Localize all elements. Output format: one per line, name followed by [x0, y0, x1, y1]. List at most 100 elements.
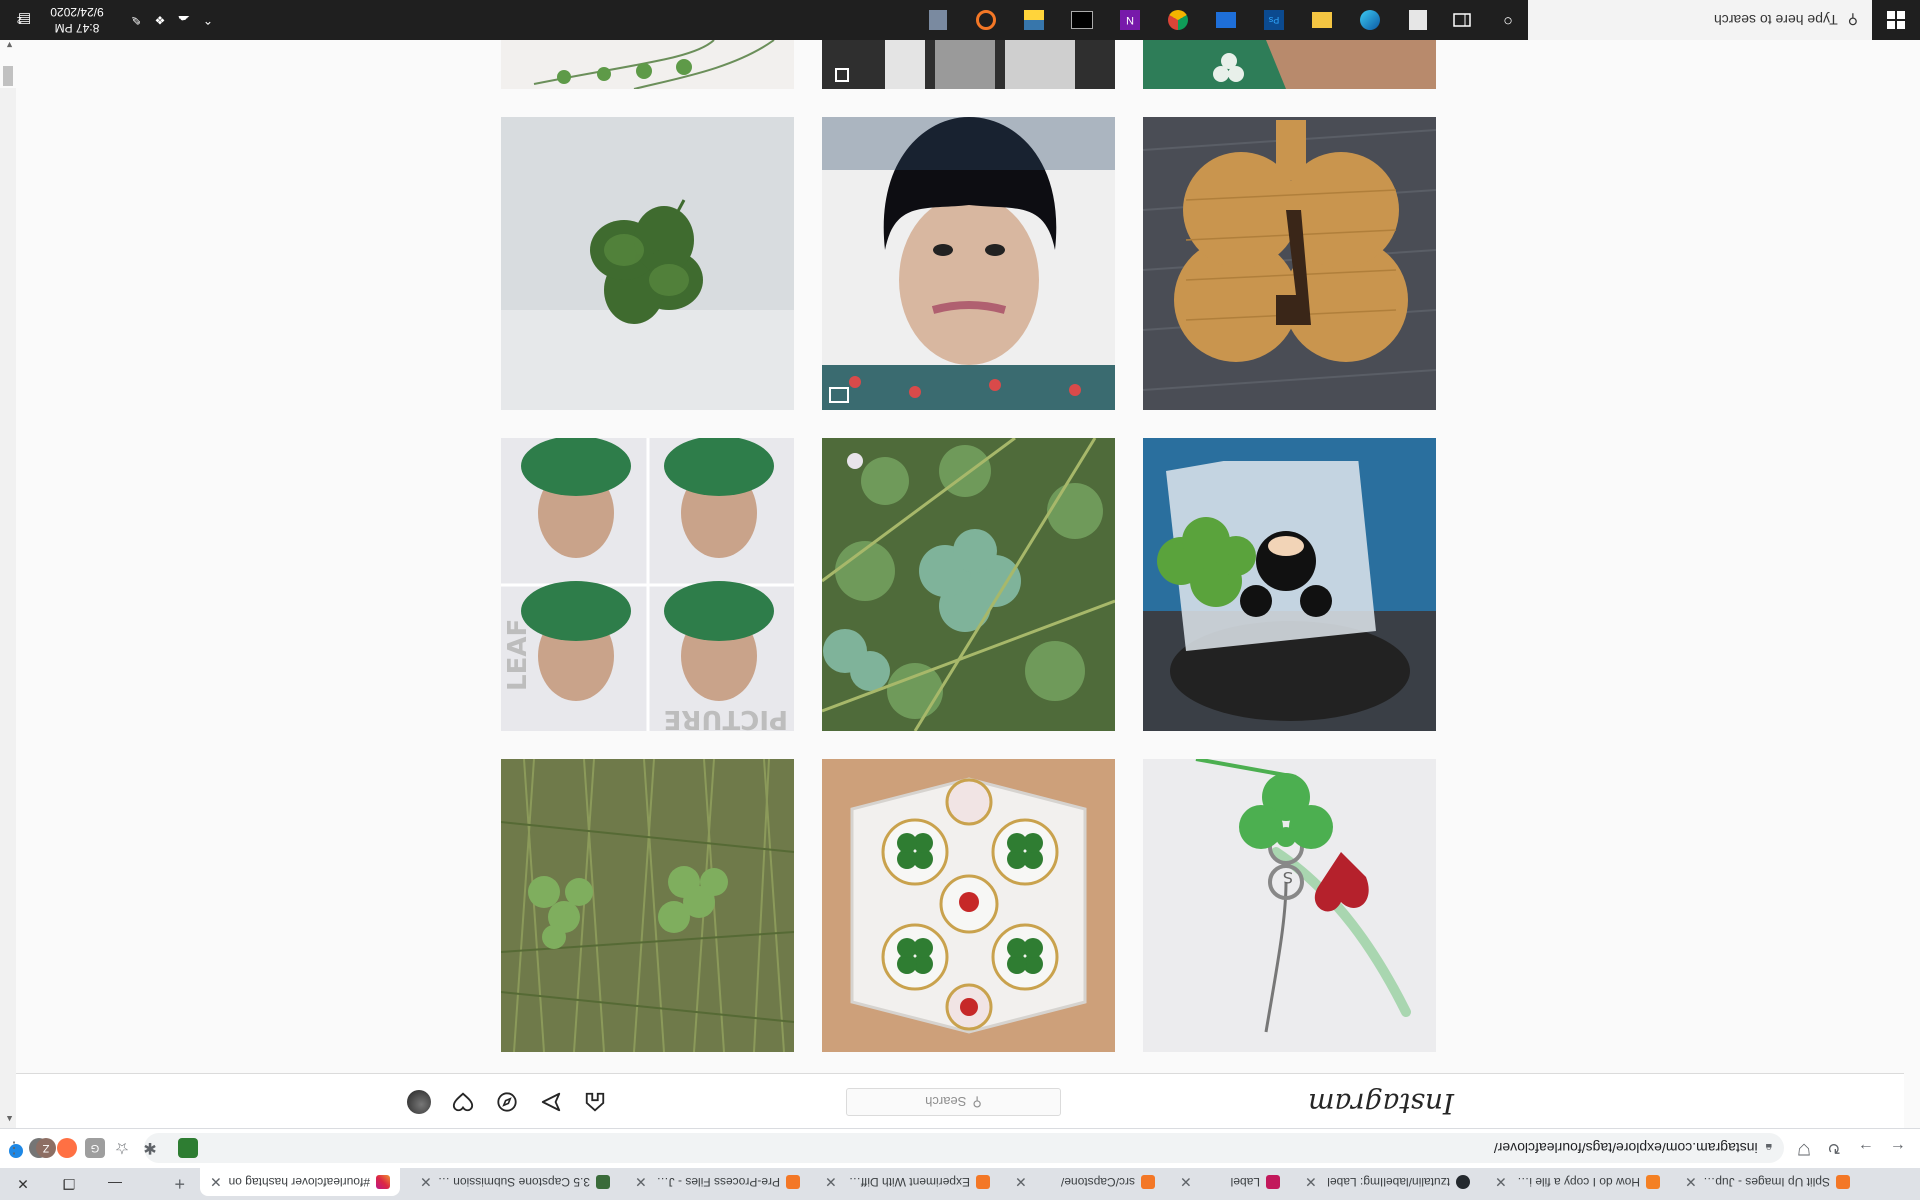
address-bar[interactable]: 🔒︎ instagram.com/explore/tags/fourleafcl… [144, 1133, 1784, 1163]
new-tab-button[interactable]: + [174, 1173, 185, 1194]
home-icon[interactable] [583, 1090, 607, 1114]
instagram-search-input[interactable]: ⚲ Search [846, 1088, 1061, 1116]
post-image-four-leaf-clover [501, 117, 794, 410]
browser-tab[interactable]: 3.5 Capstone Submission - J ✕ [410, 1168, 620, 1196]
close-window-button[interactable]: ✕ [0, 1168, 46, 1200]
browser-tab[interactable]: How do I copy a file in Pyth ✕ [1485, 1168, 1670, 1196]
onenote-icon[interactable]: N [1118, 8, 1142, 32]
calculator-icon[interactable] [1406, 8, 1430, 32]
activity-heart-icon[interactable] [451, 1090, 475, 1114]
minimize-window-button[interactable]: — [92, 1168, 138, 1200]
spreadsheet-icon[interactable] [926, 8, 950, 32]
explore-icon[interactable] [495, 1090, 519, 1114]
search-icon: ⚲ [972, 1095, 982, 1110]
browser-tab[interactable]: Label ✕ [1170, 1168, 1290, 1196]
system-clock[interactable]: 8:47 PM 9/24/2020 [42, 2, 112, 38]
close-tab-icon[interactable]: ✕ [825, 1174, 837, 1191]
notifications-icon[interactable]: ▤ 2 [12, 8, 36, 32]
github-favicon [1456, 1175, 1470, 1189]
post-image-resin-coaster [822, 759, 1115, 1052]
search-icon: ⚲ [1847, 12, 1858, 29]
post-image-green-hair-collage: PICTURE LEAF [501, 438, 794, 731]
browser-tab[interactable]: tzutalin/labelImg: Label ✕ [1295, 1168, 1480, 1196]
instagram-header: Instagram ⚲ Search [16, 1073, 1904, 1128]
scroll-up-arrow[interactable]: ▲ [5, 1114, 14, 1124]
extension-orange-icon[interactable] [57, 1138, 77, 1158]
tab-title: Pre-Process Files - Jupyter [653, 1175, 780, 1189]
show-hidden-icons-icon[interactable]: ⌃ [196, 8, 220, 32]
restore-window-button[interactable]: ❐ [46, 1168, 92, 1200]
browser-tab[interactable]: Experiment With Different ✕ [815, 1168, 1000, 1196]
windows-start-icon[interactable] [1884, 8, 1908, 32]
file-explorer-icon[interactable] [1310, 8, 1334, 32]
post-tile[interactable] [822, 438, 1115, 731]
close-tab-icon[interactable]: ✕ [420, 1174, 432, 1191]
svg-text:S: S [1283, 868, 1293, 887]
post-tile[interactable] [822, 759, 1115, 1052]
reload-button[interactable]: ↻ [1822, 1136, 1846, 1160]
label-favicon [1266, 1175, 1280, 1189]
photos-icon[interactable] [1214, 8, 1238, 32]
task-view-icon[interactable] [1450, 8, 1474, 32]
close-tab-icon[interactable]: ✕ [1305, 1174, 1317, 1191]
bookmark-icon[interactable]: ⛉ [1792, 1136, 1816, 1160]
close-tab-icon[interactable]: ✕ [1685, 1174, 1697, 1191]
forward-button[interactable]: → [1854, 1136, 1878, 1160]
edge-icon[interactable] [1358, 8, 1382, 32]
browser-tab[interactable]: Split Up Images - Jupyter N ✕ [1675, 1168, 1860, 1196]
direct-messages-icon[interactable] [539, 1090, 563, 1114]
extension-green-icon[interactable] [178, 1138, 198, 1158]
post-tile[interactable] [1143, 438, 1436, 731]
browser-toolbar: ← → ↻ ⛉ 🔒︎ instagram.com/explore/tags/fo… [0, 1128, 1920, 1168]
chrome-icon[interactable] [1166, 8, 1190, 32]
extension-g-icon[interactable]: G [85, 1138, 105, 1158]
close-tab-icon[interactable]: ✕ [210, 1174, 222, 1191]
search-placeholder: Search [925, 1094, 967, 1110]
close-tab-icon[interactable]: ✕ [1015, 1174, 1027, 1191]
tab-title: How do I copy a file in Pyth [1513, 1175, 1640, 1189]
profile-avatar[interactable] [407, 1090, 431, 1114]
scroll-down-arrow[interactable]: ▼ [5, 40, 14, 50]
page-scrollbar[interactable] [0, 88, 16, 1128]
instagram-favicon [376, 1175, 390, 1189]
collage-side-text: LEAF [503, 619, 533, 691]
browser-tab[interactable]: Pre-Process Files - Jupyter ✕ [625, 1168, 810, 1196]
tab-instagram-active[interactable]: #fourleafclover hashtag on ✕ [200, 1168, 400, 1196]
cortana-icon[interactable]: ○ [1496, 8, 1520, 32]
back-button[interactable]: ← [1886, 1136, 1910, 1160]
post-image-clover-acrylic-mickey [1143, 438, 1436, 731]
terminal-icon[interactable] [1070, 8, 1094, 32]
extensions-puzzle-icon[interactable]: ✱ [140, 1138, 160, 1158]
close-tab-icon[interactable]: ✕ [1180, 1174, 1192, 1191]
post-tile[interactable] [501, 759, 794, 1052]
post-tile[interactable] [501, 40, 794, 89]
clock-time: 8:47 PM [54, 21, 100, 35]
post-tile[interactable] [1143, 117, 1436, 410]
python-idle-icon[interactable] [1022, 8, 1046, 32]
post-tile[interactable]: S [1143, 759, 1436, 1052]
tab-title: Split Up Images - Jupyter N [1703, 1175, 1830, 1189]
onedrive-icon[interactable]: ☁ [172, 8, 196, 32]
collage-overlay-text: PICTURE [664, 704, 788, 731]
scrollbar-thumb[interactable] [3, 66, 13, 86]
post-tile[interactable] [1143, 40, 1436, 89]
browser-tab[interactable]: src/Capstone/ ✕ [1005, 1168, 1165, 1196]
post-tile[interactable] [822, 117, 1115, 410]
dropbox-icon[interactable]: ❖ [148, 8, 172, 32]
post-tile[interactable] [822, 40, 1115, 89]
photoshop-icon[interactable]: Ps [1262, 8, 1286, 32]
pen-icon[interactable]: ✎ [124, 8, 148, 32]
star-icon[interactable]: ☆ [110, 1136, 134, 1160]
post-tile[interactable] [501, 117, 794, 410]
close-tab-icon[interactable]: ✕ [1495, 1174, 1507, 1191]
url-text: instagram.com/explore/tags/fourleafclove… [1493, 1140, 1758, 1156]
instagram-logo[interactable]: Instagram [1308, 1087, 1454, 1120]
post-tile[interactable]: PICTURE LEAF [501, 438, 794, 731]
profile-avatar[interactable]: Z [36, 1138, 56, 1158]
windows-taskbar: ⚲ Type here to search ○ Ps N ⌃ ☁ ❖ ✎ 8:4… [0, 0, 1920, 40]
tab-title: 3.5 Capstone Submission - J [437, 1175, 590, 1189]
taskbar-search-input[interactable]: ⚲ Type here to search [1528, 0, 1872, 40]
jupyter-icon[interactable] [974, 8, 998, 32]
menu-kebab-icon[interactable]: ⋮ [2, 1136, 26, 1160]
close-tab-icon[interactable]: ✕ [635, 1174, 647, 1191]
